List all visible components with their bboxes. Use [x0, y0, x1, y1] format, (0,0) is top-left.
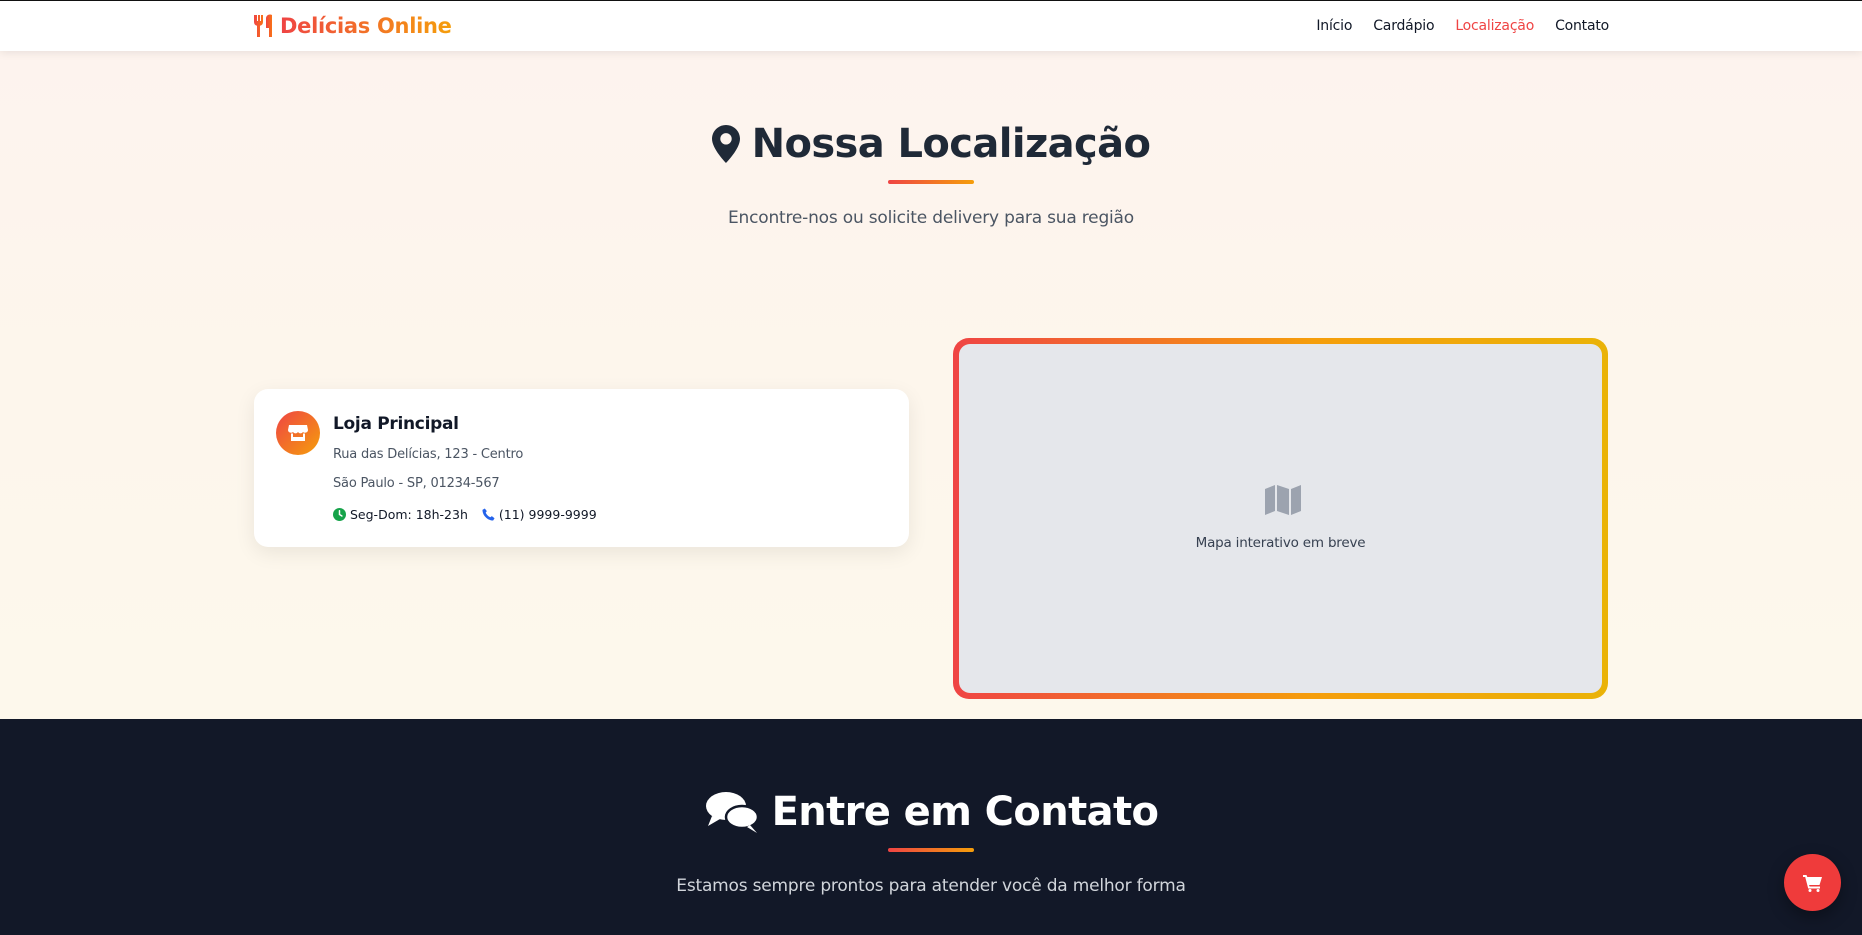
- contact-subtitle: Estamos sempre prontos para atender você…: [676, 876, 1186, 896]
- map-pin-icon: [711, 125, 740, 163]
- nav-link-cardapio[interactable]: Cardápio: [1373, 18, 1434, 34]
- location-heading: Nossa Localização: [0, 121, 1862, 167]
- store-address-line2: São Paulo - SP, 01234-567: [333, 476, 500, 491]
- location-title: Nossa Localização: [751, 121, 1151, 167]
- store-meta: Seg-Dom: 18h-23h (11) 9999-9999: [333, 507, 597, 522]
- store-phone[interactable]: (11) 9999-9999: [482, 507, 597, 522]
- contact-title: Entre em Contato: [771, 789, 1159, 835]
- store-badge: [276, 411, 320, 455]
- cart-icon: [1802, 874, 1822, 892]
- cart-button[interactable]: [1784, 854, 1841, 911]
- title-underline: [888, 848, 974, 852]
- phone-icon: [482, 508, 495, 521]
- store-name: Loja Principal: [333, 414, 459, 434]
- page-scrollbar[interactable]: [1845, 51, 1862, 935]
- store-address-line1: Rua das Delícias, 123 - Centro: [333, 447, 524, 462]
- nav-link-contato[interactable]: Contato: [1555, 18, 1609, 34]
- nav-link-localizacao[interactable]: Localização: [1455, 18, 1534, 34]
- main-nav: Início Cardápio Localização Contato: [1316, 18, 1609, 34]
- store-phone-text: (11) 9999-9999: [498, 507, 597, 522]
- clock-icon: [333, 508, 346, 521]
- chat-bubbles-icon: [705, 792, 759, 833]
- store-icon: [288, 425, 308, 441]
- title-underline: [888, 180, 974, 184]
- map-frame: Mapa interativo em breve: [953, 338, 1608, 699]
- location-subtitle: Encontre-nos ou solicite delivery para s…: [728, 208, 1134, 228]
- contact-heading: Entre em Contato: [0, 789, 1862, 835]
- brand-logo[interactable]: Delícias Online: [252, 14, 452, 38]
- utensils-icon: [254, 14, 272, 37]
- map-placeholder[interactable]: Mapa interativo em breve: [959, 344, 1602, 693]
- brand-name: Delícias Online: [280, 14, 452, 38]
- contact-section: Entre em Contato Estamos sempre prontos …: [0, 719, 1862, 935]
- store-hours: Seg-Dom: 18h-23h: [333, 507, 468, 522]
- map-icon: [1265, 485, 1301, 515]
- location-section: Nossa Localização Encontre-nos ou solici…: [0, 51, 1862, 719]
- store-card[interactable]: Loja Principal Rua das Delícias, 123 - C…: [254, 389, 909, 547]
- store-hours-text: Seg-Dom: 18h-23h: [350, 507, 468, 522]
- nav-link-inicio[interactable]: Início: [1316, 18, 1352, 34]
- map-placeholder-text: Mapa interativo em breve: [1195, 535, 1366, 551]
- site-header: Delícias Online Início Cardápio Localiza…: [0, 0, 1862, 51]
